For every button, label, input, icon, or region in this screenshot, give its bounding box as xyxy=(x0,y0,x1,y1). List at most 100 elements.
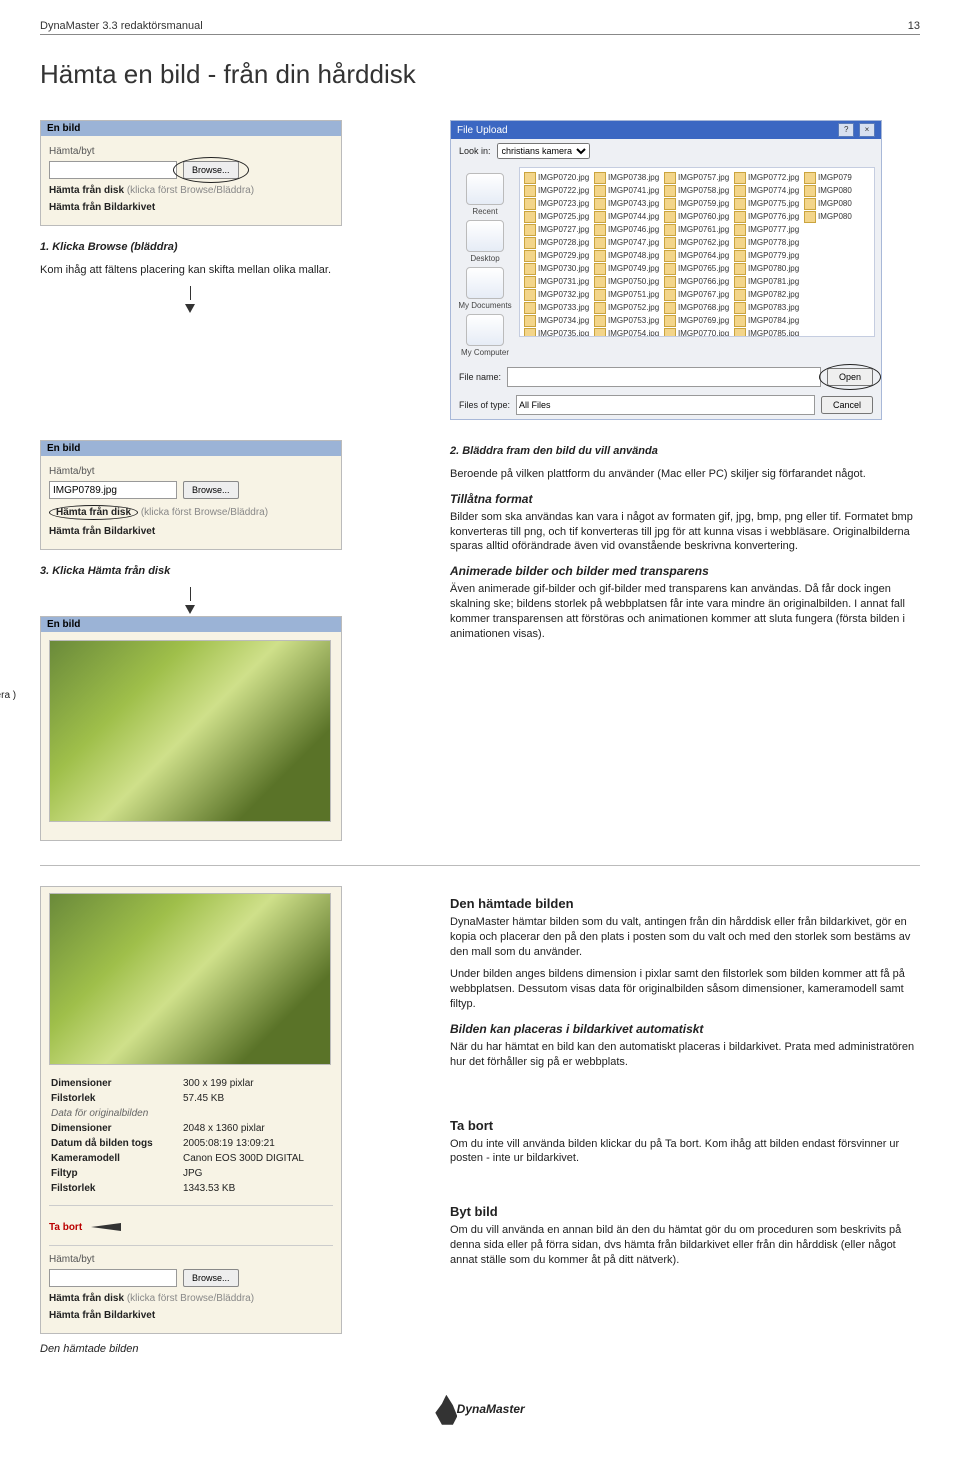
file-item[interactable]: IMGP0762.jpg xyxy=(664,237,730,249)
auto-archive-title: Bilden kan placeras i bildarkivet automa… xyxy=(450,1022,920,1036)
desktop-label: Desktop xyxy=(455,254,515,263)
file-path-input[interactable] xyxy=(49,481,177,499)
file-item[interactable]: IMGP0744.jpg xyxy=(594,211,660,223)
file-item[interactable]: IMGP0747.jpg xyxy=(594,237,660,249)
step1-text: Kom ihåg att fältens placering kan skift… xyxy=(40,263,430,278)
file-path-input[interactable] xyxy=(49,161,177,179)
filename-input[interactable] xyxy=(507,367,821,387)
arrow-down-icon xyxy=(185,304,195,313)
lookin-label: Look in: xyxy=(459,146,491,156)
file-item[interactable]: IMGP0732.jpg xyxy=(524,289,590,301)
downloaded-title: Den hämtade bilden xyxy=(450,896,920,911)
file-item[interactable]: IMGP0781.jpg xyxy=(734,276,800,288)
arrow-down-icon xyxy=(185,605,195,614)
file-item[interactable]: IMGP0727.jpg xyxy=(524,224,590,236)
file-item[interactable]: IMGP0784.jpg xyxy=(734,315,800,327)
hamta-fran-bildarkivet-link[interactable]: Hämta från Bildarkivet xyxy=(49,202,333,213)
file-item[interactable]: IMGP0777.jpg xyxy=(734,224,800,236)
flame-icon xyxy=(435,1395,457,1425)
hamta-fran-bildarkivet-link[interactable]: Hämta från Bildarkivet xyxy=(49,526,333,537)
file-item[interactable]: IMGP0723.jpg xyxy=(524,198,590,210)
hamta-disk-text: Hämta från disk xyxy=(49,505,138,520)
file-item[interactable]: IMGP0765.jpg xyxy=(664,263,730,275)
file-item[interactable]: IMGP0766.jpg xyxy=(664,276,730,288)
file-item[interactable]: IMGP080 xyxy=(804,185,870,197)
desktop-icon[interactable] xyxy=(466,220,504,252)
hamta-fran-bildarkivet-link[interactable]: Hämta från Bildarkivet xyxy=(49,1310,333,1321)
anim-title: Animerade bilder och bilder med transpar… xyxy=(450,564,920,578)
file-item[interactable]: IMGP0775.jpg xyxy=(734,198,800,210)
file-item[interactable]: IMGP0774.jpg xyxy=(734,185,800,197)
browse-button[interactable]: Browse... xyxy=(183,161,239,179)
file-item[interactable]: IMGP0754.jpg xyxy=(594,328,660,337)
panel-en-bild-3: En bild xyxy=(40,616,342,841)
file-item[interactable]: IMGP0735.jpg xyxy=(524,328,590,337)
hamta-fran-disk-link[interactable]: Hämta från disk (klicka först Browse/Blä… xyxy=(49,185,333,196)
file-item[interactable]: IMGP0720.jpg xyxy=(524,172,590,184)
open-button[interactable]: Open xyxy=(827,368,873,386)
file-item[interactable]: IMGP0733.jpg xyxy=(524,302,590,314)
mydocs-icon[interactable] xyxy=(466,267,504,299)
ta-bort-link[interactable]: Ta bort xyxy=(49,1222,82,1233)
file-item[interactable]: IMGP0759.jpg xyxy=(664,198,730,210)
file-item[interactable]: IMGP0761.jpg xyxy=(664,224,730,236)
file-item[interactable]: IMGP0767.jpg xyxy=(664,289,730,301)
file-item[interactable]: IMGP0769.jpg xyxy=(664,315,730,327)
file-item[interactable]: IMGP0743.jpg xyxy=(594,198,660,210)
file-item[interactable]: IMGP0772.jpg xyxy=(734,172,800,184)
file-item[interactable]: IMGP0778.jpg xyxy=(734,237,800,249)
file-item[interactable]: IMGP0785.jpg xyxy=(734,328,800,337)
cancel-button[interactable]: Cancel xyxy=(821,396,873,414)
filetype-input[interactable] xyxy=(516,395,815,415)
file-item[interactable]: IMGP0751.jpg xyxy=(594,289,660,301)
file-item[interactable]: IMGP0741.jpg xyxy=(594,185,660,197)
downloaded-caption: Den hämtade bilden xyxy=(40,1342,430,1357)
file-item[interactable]: IMGP0779.jpg xyxy=(734,250,800,262)
file-item[interactable]: IMGP080 xyxy=(804,211,870,223)
file-item[interactable]: IMGP0780.jpg xyxy=(734,263,800,275)
file-item[interactable]: IMGP0760.jpg xyxy=(664,211,730,223)
file-item[interactable]: IMGP0752.jpg xyxy=(594,302,660,314)
file-item[interactable]: IMGP0748.jpg xyxy=(594,250,660,262)
mycomp-icon[interactable] xyxy=(466,314,504,346)
file-item[interactable]: IMGP0753.jpg xyxy=(594,315,660,327)
file-item[interactable]: IMGP079 xyxy=(804,172,870,184)
browse-button[interactable]: Browse... xyxy=(183,1269,239,1287)
placera-annotation: ( Placera ) xyxy=(0,690,16,701)
file-item[interactable]: IMGP0749.jpg xyxy=(594,263,660,275)
file-item[interactable]: IMGP0757.jpg xyxy=(664,172,730,184)
file-item[interactable]: IMGP0764.jpg xyxy=(664,250,730,262)
file-item[interactable]: IMGP0770.jpg xyxy=(664,328,730,337)
help-icon[interactable]: ? xyxy=(838,123,854,137)
image-preview xyxy=(49,893,331,1065)
file-item[interactable]: IMGP0782.jpg xyxy=(734,289,800,301)
tabort-title: Ta bort xyxy=(450,1118,920,1133)
recent-icon[interactable] xyxy=(466,173,504,205)
file-item[interactable]: IMGP0728.jpg xyxy=(524,237,590,249)
file-item[interactable]: IMGP0734.jpg xyxy=(524,315,590,327)
file-list[interactable]: IMGP0720.jpgIMGP0738.jpgIMGP0757.jpgIMGP… xyxy=(519,167,875,337)
close-icon[interactable]: × xyxy=(859,123,875,137)
file-item[interactable]: IMGP0729.jpg xyxy=(524,250,590,262)
file-item[interactable]: IMGP0725.jpg xyxy=(524,211,590,223)
hamta-byt-label: Hämta/byt xyxy=(49,466,333,477)
file-item[interactable]: IMGP0783.jpg xyxy=(734,302,800,314)
file-item[interactable]: IMGP0730.jpg xyxy=(524,263,590,275)
section-divider xyxy=(40,865,920,866)
file-item[interactable]: IMGP0758.jpg xyxy=(664,185,730,197)
browse-button[interactable]: Browse... xyxy=(183,481,239,499)
bytbild-title: Byt bild xyxy=(450,1204,920,1219)
file-item[interactable]: IMGP0776.jpg xyxy=(734,211,800,223)
file-item[interactable]: IMGP0768.jpg xyxy=(664,302,730,314)
file-item[interactable]: IMGP0731.jpg xyxy=(524,276,590,288)
file-path-input[interactable] xyxy=(49,1269,177,1287)
panel-en-bild-2: En bild Hämta/byt Browse... Hämta från d… xyxy=(40,440,342,550)
file-item[interactable]: IMGP0722.jpg xyxy=(524,185,590,197)
hamta-fran-disk-link[interactable]: Hämta från disk (klicka först Browse/Blä… xyxy=(49,1293,333,1304)
file-item[interactable]: IMGP080 xyxy=(804,198,870,210)
file-item[interactable]: IMGP0746.jpg xyxy=(594,224,660,236)
lookin-select[interactable]: christians kamera xyxy=(497,143,590,159)
hamta-fran-disk-link[interactable]: Hämta från disk (klicka först Browse/Blä… xyxy=(49,505,333,520)
file-item[interactable]: IMGP0738.jpg xyxy=(594,172,660,184)
file-item[interactable]: IMGP0750.jpg xyxy=(594,276,660,288)
